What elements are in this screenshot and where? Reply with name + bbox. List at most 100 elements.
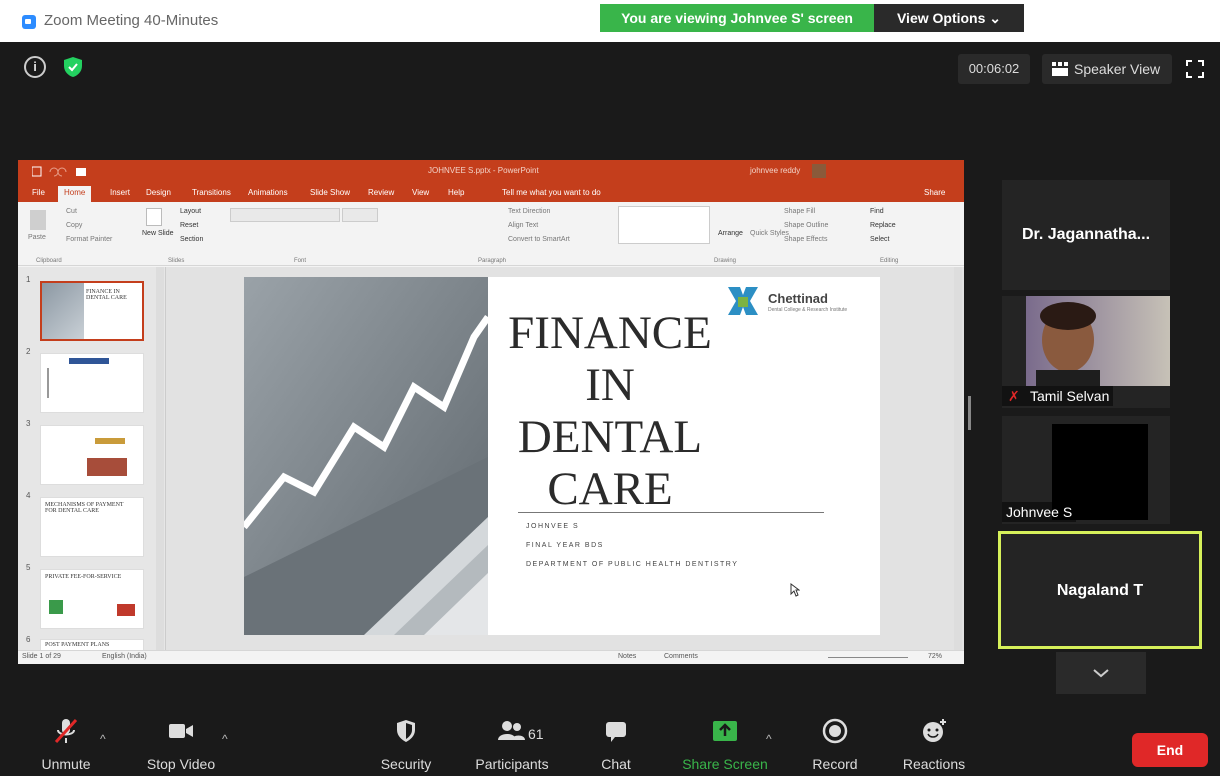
- view-options-button[interactable]: View Options ⌄: [874, 4, 1024, 32]
- select-button[interactable]: Select: [870, 236, 889, 243]
- group-label-paragraph: Paragraph: [478, 258, 507, 264]
- info-icon[interactable]: i: [24, 56, 46, 78]
- arrange-button[interactable]: Arrange: [718, 230, 743, 237]
- fullscreen-icon[interactable]: [1186, 60, 1204, 78]
- notes-button[interactable]: Notes: [618, 653, 636, 660]
- unmute-button[interactable]: Unmute: [28, 716, 104, 774]
- slide-canvas: FINANCE IN DENTAL CARE Chettinad Dental …: [166, 267, 964, 650]
- align-text-button[interactable]: Align Text: [508, 222, 538, 229]
- slide-title: FINANCE IN DENTAL CARE: [490, 307, 730, 515]
- shape-fill-button[interactable]: Shape Fill: [784, 208, 815, 215]
- slide-title-line: FINANCE: [508, 307, 712, 359]
- participants-button[interactable]: 61 Participants: [470, 716, 554, 774]
- more-participants-button[interactable]: [1056, 652, 1146, 694]
- layout-button[interactable]: Layout: [180, 208, 201, 215]
- active-speaker-tile[interactable]: Nagaland T: [998, 531, 1202, 649]
- group-label-drawing: Drawing: [714, 258, 737, 264]
- current-slide[interactable]: FINANCE IN DENTAL CARE Chettinad Dental …: [244, 277, 880, 635]
- slide-thumbnail-4[interactable]: MECHANISMS OF PAYMENT FOR DENTAL CARE: [40, 497, 144, 557]
- tab-insert[interactable]: Insert: [110, 188, 130, 197]
- powerpoint-titlebar: JOHNVEE S.pptx - PowerPoint johnvee redd…: [18, 160, 964, 184]
- tell-me-search[interactable]: Tell me what you want to do: [502, 188, 601, 197]
- audio-options-caret[interactable]: ^: [100, 732, 106, 746]
- chat-button[interactable]: Chat: [592, 716, 640, 774]
- thumbnail-number: 4: [26, 491, 31, 500]
- tab-design[interactable]: Design: [146, 188, 171, 197]
- share-options-caret[interactable]: ^: [766, 732, 772, 746]
- shape-outline-button[interactable]: Shape Outline: [784, 222, 828, 229]
- security-button[interactable]: Security: [374, 716, 438, 774]
- convert-smartart-button[interactable]: Convert to SmartArt: [508, 236, 570, 243]
- presenter-department: DEPARTMENT OF PUBLIC HEALTH DENTISTRY: [526, 561, 739, 568]
- college-subtitle: Dental College & Research Institute: [768, 307, 848, 313]
- tab-animations[interactable]: Animations: [248, 188, 288, 197]
- slide-thumbnail-5[interactable]: PRIVATE FEE-FOR-SERVICE: [40, 569, 144, 629]
- muted-mic-icon: ✗: [1008, 388, 1020, 404]
- shape-effects-button[interactable]: Shape Effects: [784, 236, 827, 243]
- participant-name: Dr. Jagannatha...: [1021, 226, 1151, 243]
- tab-transitions[interactable]: Transitions: [192, 188, 231, 197]
- participant-tile[interactable]: ✗ Tamil Selvan: [1002, 296, 1170, 408]
- meeting-timer: 00:06:02: [958, 54, 1030, 84]
- mouse-cursor-icon: [790, 583, 800, 597]
- font-family-select[interactable]: [230, 208, 340, 222]
- video-options-caret[interactable]: ^: [222, 732, 228, 746]
- speaker-view-label: Speaker View: [1074, 61, 1161, 77]
- participant-tile[interactable]: Johnvee S: [1002, 416, 1170, 524]
- shapes-gallery[interactable]: [618, 206, 710, 244]
- home-ribbon: Paste Cut Copy Format Painter New Slide …: [18, 202, 964, 266]
- tab-home[interactable]: Home: [58, 186, 92, 202]
- slide-title-line: CARE: [547, 463, 673, 515]
- share-screen-button[interactable]: Share Screen: [676, 716, 774, 774]
- zoom-level[interactable]: 72%: [928, 653, 942, 660]
- font-size-select[interactable]: [342, 208, 378, 222]
- chat-label: Chat: [601, 756, 631, 772]
- slide-divider: [518, 512, 824, 513]
- share-screen-label: Share Screen: [682, 756, 768, 772]
- format-painter-button[interactable]: Format Painter: [66, 236, 112, 243]
- find-button[interactable]: Find: [870, 208, 884, 215]
- share-ribbon-button[interactable]: Share: [924, 188, 945, 197]
- canvas-scrollbar[interactable]: [954, 267, 962, 650]
- stop-video-button[interactable]: Stop Video: [138, 716, 224, 774]
- tab-help[interactable]: Help: [448, 188, 464, 197]
- comments-button[interactable]: Comments: [664, 653, 698, 660]
- language-indicator[interactable]: English (India): [102, 653, 147, 660]
- paste-button[interactable]: Paste: [28, 234, 46, 241]
- slide-thumbnail-1[interactable]: FINANCE IN DENTAL CARE: [40, 281, 144, 341]
- encryption-shield-icon[interactable]: [62, 56, 84, 78]
- presenter-name: JOHNVEE S: [526, 523, 580, 530]
- participant-tile[interactable]: Dr. Jagannatha...: [1002, 180, 1170, 290]
- speaker-view-button[interactable]: Speaker View: [1042, 54, 1172, 84]
- participant-name: Nagaland T: [1056, 582, 1144, 599]
- record-button[interactable]: Record: [804, 716, 866, 774]
- shield-icon: [397, 720, 415, 742]
- share-screen-icon: [713, 721, 737, 741]
- end-meeting-button[interactable]: End: [1132, 733, 1208, 767]
- slide-title-line: DENTAL: [517, 411, 703, 463]
- slide-thumbnail-3[interactable]: [40, 425, 144, 485]
- replace-button[interactable]: Replace: [870, 222, 896, 229]
- participant-name-label: ✗ Tamil Selvan: [1002, 386, 1114, 406]
- panel-resize-handle[interactable]: [968, 396, 971, 430]
- text-direction-button[interactable]: Text Direction: [508, 208, 550, 215]
- unmute-label: Unmute: [41, 756, 91, 772]
- cut-button[interactable]: Cut: [66, 208, 77, 215]
- college-name: Chettinad: [768, 291, 828, 306]
- powerpoint-user: johnvee reddy: [750, 166, 801, 175]
- presenter-year: FINAL YEAR BDS: [526, 542, 604, 549]
- thumbnail-scrollbar[interactable]: [156, 267, 164, 650]
- reactions-button[interactable]: Reactions: [898, 716, 970, 774]
- tab-view[interactable]: View: [412, 188, 429, 197]
- copy-button[interactable]: Copy: [66, 222, 82, 229]
- thumbnail-title: POST PAYMENT PLANS: [45, 642, 110, 648]
- section-button[interactable]: Section: [180, 236, 203, 243]
- tab-slide-show[interactable]: Slide Show: [310, 188, 350, 197]
- slide-thumbnail-2[interactable]: [40, 353, 144, 413]
- tab-file[interactable]: File: [32, 188, 45, 197]
- tab-review[interactable]: Review: [368, 188, 394, 197]
- thumbnail-number: 1: [26, 275, 31, 284]
- reset-button[interactable]: Reset: [180, 222, 198, 229]
- new-slide-button[interactable]: New Slide: [142, 230, 174, 237]
- zoom-slider[interactable]: [828, 657, 908, 658]
